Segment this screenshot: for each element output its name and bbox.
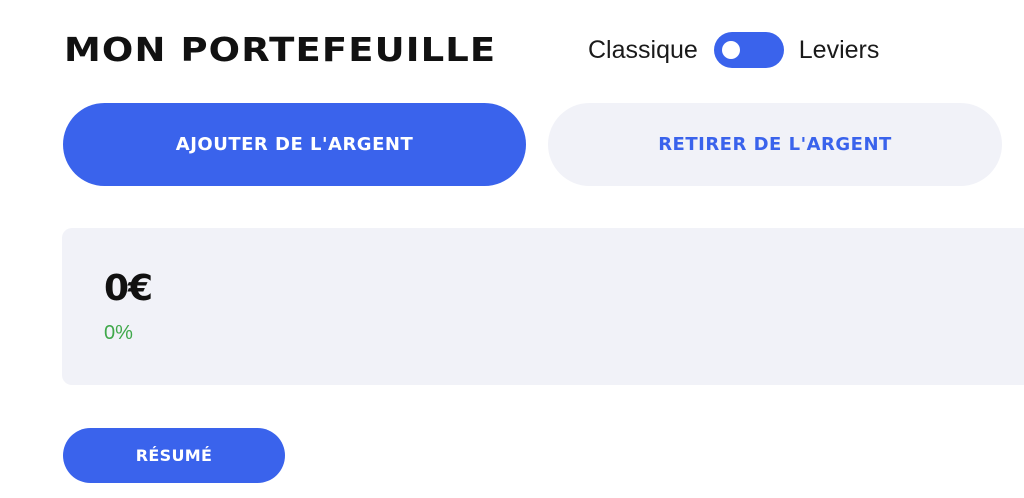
mode-label-leviers: Leviers xyxy=(798,35,880,64)
add-money-button[interactable]: AJOUTER DE L'ARGENT xyxy=(63,103,526,186)
withdraw-money-button[interactable]: RETIRER DE L'ARGENT xyxy=(548,103,1002,186)
wallet-page: MON PORTEFEUILLE Classique Leviers AJOUT… xyxy=(0,0,1024,498)
mode-toggle[interactable] xyxy=(713,32,784,68)
balance-amount: 0€ xyxy=(104,268,153,309)
balance-card: 0€ 0% xyxy=(62,228,1024,385)
balance-change-percent: 0% xyxy=(104,322,133,344)
mode-label-classique: Classique xyxy=(588,35,698,64)
mode-switch: Classique Leviers xyxy=(588,30,879,70)
toggle-knob xyxy=(721,41,740,59)
summary-button[interactable]: RÉSUMÉ xyxy=(63,428,285,483)
page-title: MON PORTEFEUILLE xyxy=(64,30,497,69)
